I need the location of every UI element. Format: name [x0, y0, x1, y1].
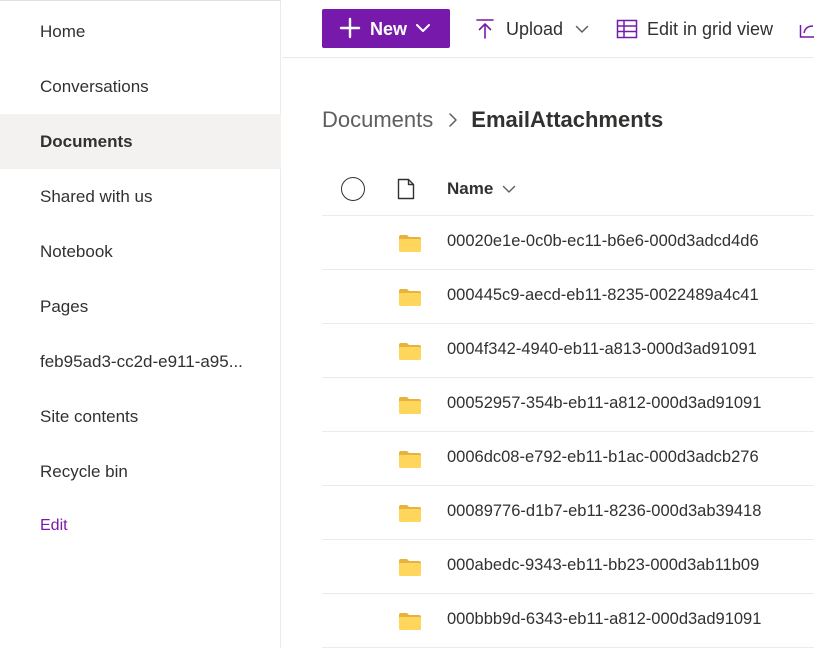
folder-name[interactable]: 00089776-d1b7-eb11-8236-000d3ab39418 [447, 502, 761, 521]
folder-name[interactable]: 0006dc08-e792-eb11-b1ac-000d3adcb276 [447, 448, 759, 467]
new-button[interactable]: New [322, 9, 450, 48]
chevron-down-icon [416, 24, 430, 32]
list-item[interactable]: 00020e1e-0c0b-ec11-b6e6-000d3adcd4d6 [322, 216, 814, 270]
name-column-header[interactable]: Name [447, 179, 516, 199]
upload-button-label: Upload [506, 18, 564, 39]
nav-item-recycle-bin[interactable]: Recycle bin [0, 444, 281, 499]
folder-name[interactable]: 000bbb9d-6343-eb11-a812-000d3ad91091 [447, 610, 761, 629]
chevron-down-icon [575, 25, 589, 33]
list-item[interactable]: 00089776-d1b7-eb11-8236-000d3ab39418 [322, 486, 814, 540]
left-navigation: Home Conversations Documents Shared with… [0, 0, 281, 648]
share-button[interactable] [799, 0, 814, 58]
new-button-label: New [370, 19, 408, 39]
folder-icon [399, 559, 421, 576]
nav-item-label: Documents [40, 131, 133, 151]
nav-item-label: Pages [40, 296, 89, 316]
share-icon [799, 25, 814, 38]
nav-item-site-link[interactable]: feb95ad3-cc2d-e911-a95... [0, 334, 281, 389]
list-header: Name [322, 162, 814, 216]
nav-edit-label: Edit [40, 516, 68, 534]
folder-icon [399, 343, 421, 360]
nav-item-label: feb95ad3-cc2d-e911-a95... [40, 351, 243, 371]
select-all-checkbox[interactable] [341, 177, 365, 201]
nav-edit-link[interactable]: Edit [0, 498, 281, 553]
list-item[interactable]: 00052957-354b-eb11-a812-000d3ad91091 [322, 378, 814, 432]
name-column-label: Name [447, 179, 494, 198]
upload-icon [476, 19, 494, 39]
list-item[interactable]: 0004f342-4940-eb11-a813-000d3ad91091 [322, 324, 814, 378]
folder-icon [399, 235, 421, 252]
nav-item-documents[interactable]: Documents [0, 114, 281, 169]
nav-item-label: Site contents [40, 406, 139, 426]
nav-item-site-contents[interactable]: Site contents [0, 389, 281, 444]
nav-item-label: Shared with us [40, 186, 153, 206]
folder-name[interactable]: 00052957-354b-eb11-a812-000d3ad91091 [447, 394, 761, 413]
breadcrumb: Documents EmailAttachments [322, 104, 663, 136]
top-divider [0, 0, 281, 1]
folder-name[interactable]: 000abedc-9343-eb11-bb23-000d3ab11b09 [447, 556, 759, 575]
folder-icon [399, 451, 421, 468]
breadcrumb-current-folder: EmailAttachments [471, 107, 664, 132]
grid-view-icon [616, 19, 638, 39]
folder-icon [399, 613, 421, 630]
nav-item-home[interactable]: Home [0, 4, 281, 59]
folder-icon [399, 397, 421, 414]
chevron-down-icon [503, 185, 516, 193]
edit-in-grid-view-label: Edit in grid view [647, 18, 774, 39]
plus-icon [339, 17, 361, 39]
nav-item-shared-with-us[interactable]: Shared with us [0, 169, 281, 224]
nav-item-notebook[interactable]: Notebook [0, 224, 281, 279]
nav-item-label: Notebook [40, 241, 113, 261]
list-item[interactable]: 000bbb9d-6343-eb11-a812-000d3ad91091 [322, 594, 814, 648]
folder-name[interactable]: 000445c9-aecd-eb11-8235-0022489a4c41 [447, 286, 759, 305]
file-type-icon[interactable] [397, 178, 415, 200]
edit-in-grid-view-button[interactable]: Edit in grid view [616, 0, 773, 58]
list-item[interactable]: 000abedc-9343-eb11-bb23-000d3ab11b09 [322, 540, 814, 594]
nav-item-pages[interactable]: Pages [0, 279, 281, 334]
nav-item-label: Conversations [40, 76, 149, 96]
upload-button[interactable]: Upload [475, 0, 589, 58]
folder-icon [399, 505, 421, 522]
file-list: Name 00020e1e-0c0b-ec11-b6e6-000d3adcd4d… [322, 162, 814, 648]
folder-name[interactable]: 0004f342-4940-eb11-a813-000d3ad91091 [447, 340, 757, 359]
list-item[interactable]: 0006dc08-e792-eb11-b1ac-000d3adcb276 [322, 432, 814, 486]
nav-item-label: Recycle bin [40, 461, 128, 481]
list-item[interactable]: 000445c9-aecd-eb11-8235-0022489a4c41 [322, 270, 814, 324]
folder-name[interactable]: 00020e1e-0c0b-ec11-b6e6-000d3adcd4d6 [447, 232, 759, 251]
nav-item-conversations[interactable]: Conversations [0, 59, 281, 114]
command-bar: New Upload Edit in grid view [282, 0, 814, 58]
folder-icon [399, 289, 421, 306]
chevron-right-icon [449, 113, 458, 127]
nav-item-label: Home [40, 21, 86, 41]
breadcrumb-documents[interactable]: Documents [322, 107, 433, 133]
